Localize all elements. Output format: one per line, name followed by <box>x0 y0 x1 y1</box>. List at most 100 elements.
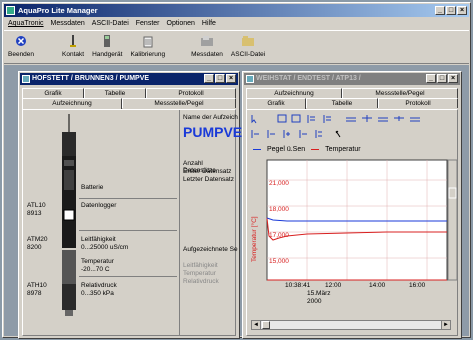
left-tabs-row1: Grafik Tabelle Protokoll <box>22 88 236 98</box>
scale-icon <box>378 117 388 122</box>
device-datalogger-label: Datenlogger <box>81 202 117 209</box>
x-tick: 10:38:41 <box>285 282 311 289</box>
tab-protokoll[interactable]: Protokoll <box>378 98 458 108</box>
right-tabs-row1: Aufzeichnung Messstelle/Pegel <box>246 88 458 98</box>
tab-tabelle[interactable]: Tabelle <box>84 88 146 98</box>
fit-icon <box>394 116 404 121</box>
app-title: AquaPro Lite Manager <box>18 6 98 15</box>
window-icon <box>22 75 30 83</box>
pen-icon <box>335 130 341 138</box>
left-tabs-row2: Aufzeichnung Messstelle/Pegel <box>22 98 236 109</box>
calibration-icon <box>141 34 155 48</box>
menu-aquatronic[interactable]: AquaTronic <box>8 18 44 29</box>
toolbar-exit-button[interactable]: Beenden <box>4 31 38 63</box>
cursor-icon <box>251 115 257 124</box>
legend-item-temperature: Temperatur <box>325 146 361 153</box>
x-tick: 14:00 <box>369 282 386 289</box>
x-year-label: 2000 <box>307 298 322 305</box>
device-ath10-serial: 8978 <box>27 290 42 297</box>
device-atl10-code: ATL10 <box>27 202 46 209</box>
maximize-button[interactable]: □ <box>446 6 456 15</box>
toolbar-calibration-button[interactable]: Kalibrierung <box>126 31 169 63</box>
tab-aufzeichnung[interactable]: Aufzeichnung <box>246 88 342 98</box>
tab-protokoll[interactable]: Protokoll <box>146 88 236 98</box>
left-tab-panel: Batterie ATL10 8913 Datenlogger ATM20 82… <box>22 109 242 336</box>
move-next-icon <box>283 130 290 138</box>
align-right-icon <box>323 115 331 123</box>
menu-optionen[interactable]: Optionen <box>167 18 195 29</box>
divider <box>179 110 180 335</box>
toolbar-ascii-label: ASCII-Datei <box>230 51 266 58</box>
y-tick: 18,000 <box>269 206 289 213</box>
x-tick: 16:00 <box>409 282 426 289</box>
app-icon <box>6 6 15 15</box>
chart-vscrollbar <box>447 159 458 281</box>
tab-messstelle[interactable]: Messstelle/Pegel <box>342 88 458 98</box>
menu-bar: AquaTronic Messdaten ASCII-Datei Fenster… <box>4 18 469 29</box>
right-tabs-row2: Grafik Tabelle Protokoll <box>246 98 458 109</box>
toolbar-handheld-button[interactable]: Handgerät <box>88 31 126 63</box>
divider <box>79 230 177 231</box>
toolbar-contact-label: Kontakt <box>62 51 85 58</box>
legend-swatch-temperature <box>311 149 320 150</box>
toolbar-ascii-button[interactable]: ASCII-Datei <box>227 31 269 63</box>
menu-messdaten[interactable]: Messdaten <box>51 18 85 29</box>
hscroll-thumb[interactable] <box>262 321 270 329</box>
device-pressure-label: Relativdruck <box>81 282 117 289</box>
menu-ascii-datei[interactable]: ASCII-Datei <box>92 18 129 29</box>
scroll-right-arrow[interactable]: ► <box>441 321 450 329</box>
vscroll-thumb <box>448 187 457 199</box>
chart-hscrollbar[interactable]: ◄ ► <box>251 320 451 330</box>
close-button[interactable]: × <box>457 6 467 15</box>
handheld-icon <box>100 34 114 48</box>
tab-grafik[interactable]: Grafik <box>246 98 306 109</box>
right-close-button[interactable]: × <box>448 74 458 83</box>
right-child-window: WEIHSTAT / ENDTEST / ATP13 / _ □ × Aufze… <box>242 71 462 339</box>
pan-right-icon <box>362 115 372 122</box>
menu-fenster[interactable]: Fenster <box>136 18 160 29</box>
divider <box>79 276 177 277</box>
x-tick: 12:00 <box>325 282 342 289</box>
move-first-icon <box>251 130 259 138</box>
left-maximize-button[interactable]: □ <box>215 74 225 83</box>
device-atm20-code: ATM20 <box>27 236 48 243</box>
left-minimize-button[interactable]: _ <box>204 74 214 83</box>
pan-left-icon <box>346 117 356 122</box>
recorded-series-item: Temperatur <box>183 270 216 277</box>
device-temperature-range: -20...70 C <box>81 266 110 273</box>
left-close-button[interactable]: × <box>226 74 236 83</box>
right-minimize-button[interactable]: _ <box>426 74 436 83</box>
x-date-label: 15.März <box>307 290 331 297</box>
toolbar-calibration-label: Kalibrierung <box>130 51 166 58</box>
menu-hilfe[interactable]: Hilfe <box>202 18 216 29</box>
tab-grafik[interactable]: Grafik <box>22 88 84 98</box>
device-atl10-serial: 8913 <box>27 210 42 217</box>
right-window-title: WEIHSTAT / ENDTEST / ATP13 / <box>256 75 361 82</box>
tab-messstelle[interactable]: Messstelle/Pegel <box>122 98 236 108</box>
device-temperature-label: Temperatur <box>81 258 114 265</box>
align-left-icon <box>307 115 315 123</box>
tab-tabelle[interactable]: Tabelle <box>306 98 378 108</box>
right-maximize-button[interactable]: □ <box>437 74 447 83</box>
y-tick: 17,000 <box>269 232 289 239</box>
sensor-probe-graphic <box>62 114 76 316</box>
move-last-icon <box>299 130 307 138</box>
minimize-button[interactable]: _ <box>435 6 445 15</box>
toolbar: Beenden Kontakt Handgerät Kalibrierung M… <box>4 30 469 64</box>
left-window-title: HOFSTETT / BRUNNEN3 / PUMPVE <box>32 75 150 82</box>
left-child-window: HOFSTETT / BRUNNEN3 / PUMPVE _ □ × Grafi… <box>18 71 242 339</box>
toolbar-handheld-label: Handgerät <box>92 51 123 58</box>
scroll-left-arrow[interactable]: ◄ <box>252 321 261 329</box>
toolbar-measurement-label: Messdaten <box>191 51 223 58</box>
device-atm20-serial: 8200 <box>27 244 42 251</box>
device-battery-label: Batterie <box>81 184 104 191</box>
recorded-series-item: Relativdruck <box>183 278 219 285</box>
toolbar-contact-button[interactable]: Kontakt <box>58 31 88 63</box>
legend-item-level: Pegel ü.Sen <box>267 146 306 153</box>
divider <box>79 198 177 199</box>
tab-aufzeichnung[interactable]: Aufzeichnung <box>22 98 122 109</box>
app-titlebar: AquaPro Lite Manager _ □ × <box>4 4 469 17</box>
window-icon <box>246 75 254 83</box>
toolbar-measurement-button[interactable]: Messdaten <box>187 31 227 63</box>
measurement-data-icon <box>200 34 214 48</box>
